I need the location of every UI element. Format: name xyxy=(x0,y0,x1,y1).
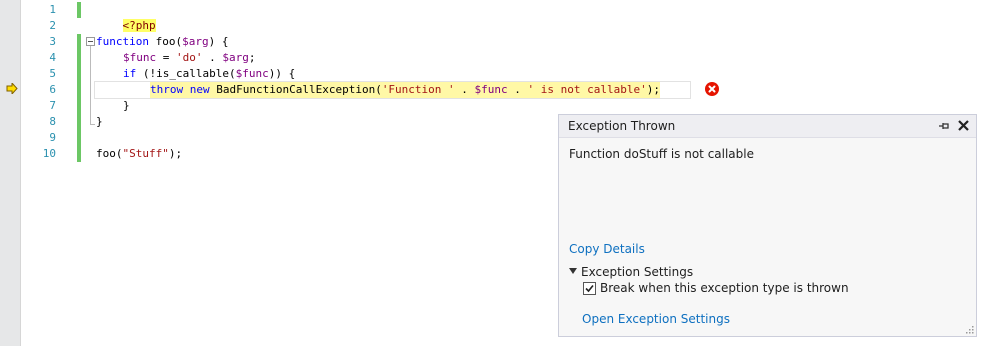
variable: $func xyxy=(123,51,157,64)
code-line-3: function foo($arg) { xyxy=(96,34,228,50)
change-bar xyxy=(77,34,81,162)
error-icon[interactable] xyxy=(705,82,719,96)
collapse-toggle[interactable] xyxy=(86,37,95,46)
exception-helper-popup: Exception Thrown Function doStuff is not… xyxy=(558,114,977,337)
line-number: 5 xyxy=(49,67,56,80)
copy-details-link[interactable]: Copy Details xyxy=(569,242,645,256)
line-number: 2 xyxy=(49,19,56,32)
variable: $arg xyxy=(222,51,249,64)
keyword: function xyxy=(96,35,149,48)
code-token: foo( xyxy=(148,35,183,48)
code-token: . xyxy=(454,83,475,96)
code-line-8: } xyxy=(96,115,103,128)
code-line-6-highlighted: throw new BadFunctionCallException('Func… xyxy=(150,82,661,98)
code-token: BadFunctionCallException( xyxy=(209,83,382,96)
line-number: 8 xyxy=(49,115,56,128)
execution-pointer-icon xyxy=(6,83,18,94)
resize-grip-icon[interactable] xyxy=(964,324,974,334)
close-icon[interactable] xyxy=(956,118,971,133)
keyword: throw xyxy=(150,83,184,96)
code-token: . xyxy=(507,83,528,96)
popup-header: Exception Thrown xyxy=(559,115,976,138)
php-open-tag: <?php xyxy=(122,19,156,32)
code-token: (!is_callable( xyxy=(136,67,236,80)
string-literal: ' is not callable' xyxy=(527,83,647,96)
code-token: ); xyxy=(646,83,661,96)
line-number: 1 xyxy=(49,3,56,16)
line-number: 10 xyxy=(42,147,56,160)
code-line-7: } xyxy=(123,99,130,112)
string-literal: "Stuff" xyxy=(122,147,169,160)
popup-title: Exception Thrown xyxy=(568,119,676,133)
keyword: new xyxy=(189,83,210,96)
open-exception-settings-link[interactable]: Open Exception Settings xyxy=(582,312,730,326)
line-number: 4 xyxy=(49,51,56,64)
outline-guide xyxy=(90,46,91,124)
checkmark-icon xyxy=(585,284,594,293)
code-line-4: $func = 'do' . $arg; xyxy=(123,50,256,66)
code-line-10: foo("Stuff"); xyxy=(96,146,182,162)
exception-message: Function doStuff is not callable xyxy=(569,147,754,161)
break-on-throw-checkbox[interactable] xyxy=(583,282,596,295)
pin-icon[interactable] xyxy=(937,119,951,133)
variable: $func xyxy=(474,83,508,96)
break-on-throw-label: Break when this exception type is thrown xyxy=(600,281,849,295)
code-token: ) { xyxy=(208,35,229,48)
string-literal: 'do' xyxy=(176,51,203,64)
line-number: 9 xyxy=(49,131,56,144)
line-number: 6 xyxy=(49,83,56,96)
code-token: foo( xyxy=(96,147,123,160)
code-token: )) { xyxy=(268,67,296,80)
code-line-1: <?php xyxy=(96,2,156,32)
code-token: ); xyxy=(168,147,183,160)
indicator-margin[interactable] xyxy=(0,0,21,346)
outline-guide-end xyxy=(90,124,95,125)
line-number: 7 xyxy=(49,99,56,112)
code-line-5: if (!is_callable($func)) { xyxy=(123,66,295,82)
variable: $arg xyxy=(182,35,209,48)
code-token: ; xyxy=(248,51,256,64)
exception-settings-label: Exception Settings xyxy=(581,265,694,279)
line-number: 3 xyxy=(49,35,56,48)
keyword: if xyxy=(123,67,137,80)
variable: $func xyxy=(235,67,269,80)
triangle-down-icon xyxy=(569,268,577,274)
change-bar xyxy=(77,2,81,18)
code-token: . xyxy=(202,51,223,64)
string-literal: 'Function ' xyxy=(381,83,455,96)
code-token: = xyxy=(156,51,176,64)
